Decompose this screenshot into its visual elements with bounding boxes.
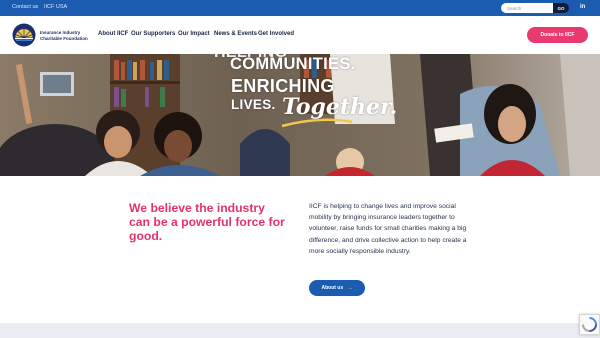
nav-item-get-involved[interactable]: Get Involved [258, 31, 294, 37]
intro-headline: We believe the industry can be a powerfu… [129, 201, 285, 243]
hero-banner: HELPING COMMUNITIES. ENRICHING LIVES. To… [0, 54, 600, 176]
next-section-band [0, 323, 600, 338]
nav-item-about[interactable]: About IICF [98, 31, 128, 37]
top-utility-bar: Contact us IICF USA Search GO in [0, 0, 600, 16]
about-us-label: About us [321, 285, 344, 291]
intro-body: IICF is helping to change lives and impr… [309, 203, 467, 255]
recaptcha-badge[interactable] [579, 314, 600, 335]
about-us-button[interactable]: About us → [309, 280, 365, 296]
donate-button[interactable]: Donate to IICF [527, 27, 588, 43]
search-go-button[interactable]: GO [553, 3, 569, 13]
iicf-usa-link[interactable]: IICF USA [44, 4, 67, 10]
linkedin-icon[interactable]: in [580, 4, 585, 10]
logo-line-2: Charitable Foundation [40, 35, 88, 41]
hero-line-communities: COMMUNITIES. [230, 55, 356, 73]
contact-us-link[interactable]: Contact us [12, 4, 38, 10]
iicf-logo-icon[interactable] [12, 23, 36, 47]
nav-item-impact[interactable]: Our Impact [178, 31, 210, 37]
search-input[interactable]: Search [501, 3, 553, 13]
arrow-right-icon: → [347, 285, 353, 291]
hero-script-together: Together. [282, 94, 398, 120]
hero-line-lives: LIVES. [231, 97, 276, 112]
main-navigation [0, 16, 600, 54]
nav-item-supporters[interactable]: Our Supporters [131, 31, 175, 37]
nav-item-news-events[interactable]: News & Events [214, 31, 257, 37]
logo-wordmark[interactable]: Insurance Industry Charitable Foundation [40, 30, 88, 41]
recaptcha-icon [582, 317, 597, 332]
